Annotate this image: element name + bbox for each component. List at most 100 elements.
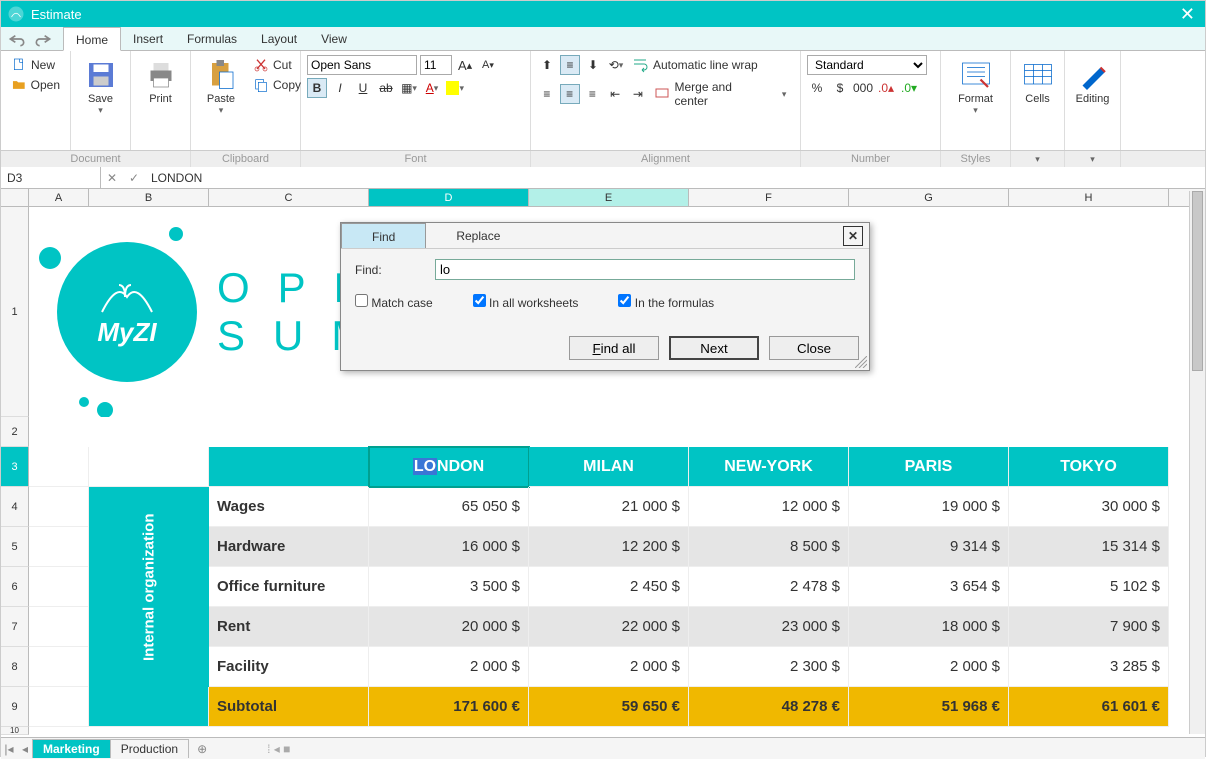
dialog-tab-replace[interactable]: Replace bbox=[426, 223, 530, 248]
print-button[interactable]: Print bbox=[137, 55, 185, 107]
row-3-header[interactable]: 3 bbox=[1, 447, 29, 487]
align-middle-button[interactable]: ≡ bbox=[560, 55, 580, 75]
percent-button[interactable]: % bbox=[807, 78, 827, 98]
formula-value[interactable]: LONDON bbox=[145, 171, 1205, 185]
row-label[interactable]: Facility bbox=[209, 647, 369, 687]
category-label[interactable]: Internal organization bbox=[89, 487, 209, 687]
header-paris[interactable]: PARIS bbox=[849, 447, 1009, 487]
align-top-button[interactable]: ⬆ bbox=[537, 55, 557, 75]
border-button[interactable]: ▦▾ bbox=[399, 78, 419, 98]
paste-button[interactable]: Paste▾ bbox=[197, 55, 245, 118]
data-cell[interactable]: 15 314 $ bbox=[1009, 527, 1169, 567]
currency-button[interactable]: $ bbox=[830, 78, 850, 98]
grow-font-button[interactable]: A▴ bbox=[455, 55, 475, 75]
next-button[interactable]: Next bbox=[669, 336, 759, 360]
tab-insert[interactable]: Insert bbox=[121, 27, 175, 50]
tab-formulas[interactable]: Formulas bbox=[175, 27, 249, 50]
dialog-tab-find[interactable]: Find bbox=[341, 223, 426, 248]
strike-button[interactable]: ab bbox=[376, 78, 396, 98]
col-F[interactable]: F bbox=[689, 189, 849, 206]
cut-button[interactable]: Cut bbox=[249, 55, 305, 75]
data-cell[interactable]: 23 000 $ bbox=[689, 607, 849, 647]
open-button[interactable]: Open bbox=[7, 75, 64, 95]
bold-button[interactable]: B bbox=[307, 78, 327, 98]
merge-button[interactable]: Merge and center bbox=[651, 78, 771, 110]
cells-button[interactable]: Cells bbox=[1014, 55, 1062, 107]
row-4-header[interactable]: 4 bbox=[1, 487, 29, 527]
data-cell[interactable]: 30 000 $ bbox=[1009, 487, 1169, 527]
cancel-edit-icon[interactable]: ✕ bbox=[101, 171, 123, 185]
save-button[interactable]: Save▾ bbox=[77, 55, 125, 118]
data-cell[interactable]: 2 000 $ bbox=[529, 647, 689, 687]
sheet-production[interactable]: Production bbox=[110, 739, 189, 758]
col-header-blank[interactable] bbox=[209, 447, 369, 487]
data-cell[interactable]: 2 300 $ bbox=[689, 647, 849, 687]
number-format-select[interactable]: Standard bbox=[807, 55, 927, 75]
data-cell[interactable]: 18 000 $ bbox=[849, 607, 1009, 647]
col-A[interactable]: A bbox=[29, 189, 89, 206]
data-cell[interactable]: 3 285 $ bbox=[1009, 647, 1169, 687]
row-label[interactable]: Wages bbox=[209, 487, 369, 527]
fill-color-button[interactable]: ▾ bbox=[445, 78, 465, 98]
header-tokyo[interactable]: TOKYO bbox=[1009, 447, 1169, 487]
row-label[interactable]: Rent bbox=[209, 607, 369, 647]
font-name-select[interactable] bbox=[307, 55, 417, 75]
data-cell[interactable]: 5 102 $ bbox=[1009, 567, 1169, 607]
data-cell[interactable]: 8 500 $ bbox=[689, 527, 849, 567]
data-cell[interactable]: 2 450 $ bbox=[529, 567, 689, 607]
align-bottom-button[interactable]: ⬇ bbox=[583, 55, 603, 75]
data-cell[interactable]: 2 478 $ bbox=[689, 567, 849, 607]
data-cell[interactable]: 3 500 $ bbox=[369, 567, 529, 607]
shrink-font-button[interactable]: A▾ bbox=[478, 55, 498, 75]
data-cell[interactable]: 9 314 $ bbox=[849, 527, 1009, 567]
col-B[interactable]: B bbox=[89, 189, 209, 206]
sheet-first-button[interactable]: |◂ bbox=[1, 742, 17, 756]
font-color-button[interactable]: A▾ bbox=[422, 78, 442, 98]
tab-view[interactable]: View bbox=[309, 27, 359, 50]
select-all-corner[interactable] bbox=[1, 189, 29, 206]
row-2-header[interactable]: 2 bbox=[1, 417, 29, 447]
align-right-button[interactable]: ≡ bbox=[583, 84, 603, 104]
close-button[interactable]: Close bbox=[769, 336, 859, 360]
indent-inc-button[interactable]: ⇥ bbox=[628, 84, 648, 104]
orientation-button[interactable]: ⟲▾ bbox=[606, 55, 626, 75]
data-cell[interactable]: 65 050 $ bbox=[369, 487, 529, 527]
dec-dec-button[interactable]: .0▾ bbox=[899, 78, 919, 98]
row-label[interactable]: Hardware bbox=[209, 527, 369, 567]
tab-layout[interactable]: Layout bbox=[249, 27, 309, 50]
col-C[interactable]: C bbox=[209, 189, 369, 206]
data-cell[interactable]: 12 000 $ bbox=[689, 487, 849, 527]
font-size-select[interactable] bbox=[420, 55, 452, 75]
thousand-button[interactable]: 000 bbox=[853, 78, 873, 98]
row-6-header[interactable]: 6 bbox=[1, 567, 29, 607]
data-cell[interactable]: 7 900 $ bbox=[1009, 607, 1169, 647]
cell-reference[interactable]: D3 bbox=[1, 167, 101, 188]
subtotal-label[interactable]: Subtotal bbox=[209, 687, 369, 727]
find-all-button[interactable]: Find all bbox=[569, 336, 659, 360]
in-worksheets-checkbox[interactable]: In all worksheets bbox=[473, 294, 579, 310]
merge-dropdown[interactable]: ▾ bbox=[774, 84, 794, 104]
dialog-close-button[interactable]: ✕ bbox=[843, 226, 863, 246]
format-button[interactable]: Format▾ bbox=[952, 55, 1000, 118]
col-E[interactable]: E bbox=[529, 189, 689, 206]
indent-dec-button[interactable]: ⇤ bbox=[605, 84, 625, 104]
data-cell[interactable]: 20 000 $ bbox=[369, 607, 529, 647]
data-cell[interactable]: 16 000 $ bbox=[369, 527, 529, 567]
data-cell[interactable]: 19 000 $ bbox=[849, 487, 1009, 527]
col-H[interactable]: H bbox=[1009, 189, 1169, 206]
in-formulas-checkbox[interactable]: In the formulas bbox=[618, 294, 714, 310]
redo-button[interactable] bbox=[33, 29, 53, 49]
data-cell[interactable]: 3 654 $ bbox=[849, 567, 1009, 607]
editing-button[interactable]: Editing bbox=[1069, 55, 1117, 107]
wrap-button[interactable]: Automatic line wrap bbox=[629, 55, 762, 75]
data-cell[interactable]: 22 000 $ bbox=[529, 607, 689, 647]
align-left-button[interactable]: ≡ bbox=[537, 84, 557, 104]
header-milan[interactable]: MILAN bbox=[529, 447, 689, 487]
window-close-button[interactable]: ✕ bbox=[1176, 4, 1199, 25]
tab-home[interactable]: Home bbox=[63, 27, 121, 51]
row-label[interactable]: Office furniture bbox=[209, 567, 369, 607]
new-button[interactable]: New bbox=[7, 55, 64, 75]
data-cell[interactable]: 2 000 $ bbox=[369, 647, 529, 687]
sheet-prev-button[interactable]: ◂ bbox=[17, 742, 33, 756]
row-9-header[interactable]: 9 bbox=[1, 687, 29, 727]
